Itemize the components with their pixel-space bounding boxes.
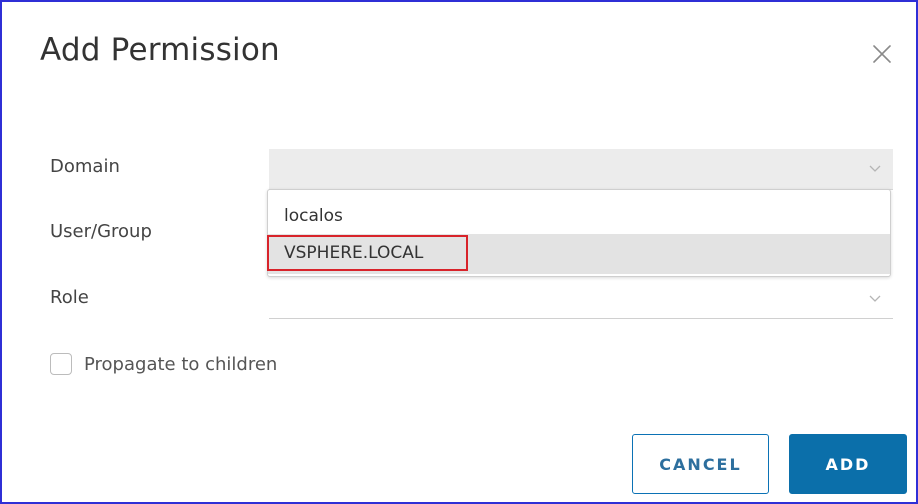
add-button[interactable]: ADD <box>789 434 907 494</box>
domain-select[interactable] <box>269 149 893 190</box>
dropdown-option-vsphere-local[interactable]: VSPHERE.LOCAL <box>268 234 890 274</box>
domain-dropdown-menu: localos VSPHERE.LOCAL <box>267 189 891 277</box>
user-group-label: User/Group <box>50 221 152 242</box>
chevron-down-icon <box>869 295 881 302</box>
chevron-down-icon <box>869 165 881 172</box>
close-button[interactable] <box>870 42 894 66</box>
dropdown-option-localos[interactable]: localos <box>268 202 890 232</box>
role-select[interactable] <box>269 278 893 319</box>
cancel-button[interactable]: CANCEL <box>632 434 769 494</box>
role-label: Role <box>50 287 89 308</box>
propagate-checkbox[interactable] <box>50 353 72 375</box>
propagate-row: Propagate to children <box>50 350 277 378</box>
domain-label: Domain <box>50 156 120 177</box>
close-icon <box>873 45 891 63</box>
propagate-label: Propagate to children <box>84 353 278 375</box>
add-permission-dialog: Add Permission Domain User/Group Role lo… <box>0 0 918 504</box>
dialog-title: Add Permission <box>40 32 280 68</box>
